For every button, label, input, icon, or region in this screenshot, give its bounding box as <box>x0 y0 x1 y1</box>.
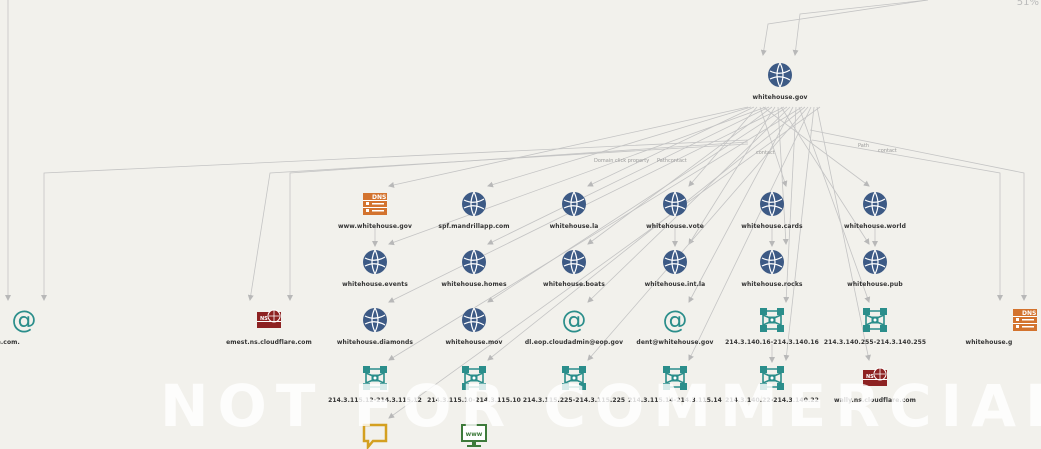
graph-node-vote[interactable]: whitehouse.vote <box>646 191 704 230</box>
globe-icon <box>767 62 793 88</box>
website-monitor-icon: www <box>461 423 487 449</box>
node-label: 214.3.140.255-214.3.140.255 <box>823 339 927 346</box>
graph-node-www[interactable]: DNS www.whitehouse.gov <box>338 193 412 230</box>
netblock-icon <box>862 307 888 333</box>
edge-n_www <box>388 106 749 188</box>
graph-node-web[interactable]: www <box>461 424 487 447</box>
graph-node-world[interactable]: whitehouse.world <box>844 191 906 230</box>
graph-node-nb1[interactable]: 214.3.140.16-214.3.140.16 <box>725 308 819 346</box>
graph-node-boats[interactable]: whitehouse.boats <box>543 249 605 288</box>
netblock-icon <box>362 365 388 391</box>
edge-label: contact <box>756 150 775 156</box>
graph-node-cards[interactable]: whitehouse.cards <box>741 191 803 230</box>
graph-node-email1[interactable]: @ s@cloudflare.com. <box>0 305 37 346</box>
edge-n_dns_r2 <box>809 129 1027 301</box>
graph-node-spf[interactable]: spf.mandrillapp.com <box>438 191 509 230</box>
svg-text:DNS: DNS <box>372 194 386 201</box>
netblock-icon <box>662 365 688 391</box>
globe-icon <box>862 249 888 275</box>
edge-n_ns1 <box>287 141 749 301</box>
graph-canvas[interactable]: 51% whitehouse.gov @ s@cloudflare.com. NSe… <box>0 0 1041 449</box>
graph-node-dns-r[interactable]: DNS whitehouse.g <box>966 309 1037 346</box>
graph-node-email2[interactable]: @ dl.eop.cloudadmin@eop.gov <box>525 305 623 346</box>
speech-bubble-icon <box>362 423 388 449</box>
netblock-icon <box>759 307 785 333</box>
graph-node-rocks[interactable]: whitehouse.rocks <box>741 249 802 288</box>
at-sign-icon: @ <box>561 305 587 334</box>
node-label: whitehouse.pub <box>847 281 903 288</box>
node-label: s@cloudflare.com. <box>0 339 20 346</box>
graph-node-nb5[interactable]: 214.3.115.225-214.3.115.225 <box>523 366 625 404</box>
graph-node-phrase[interactable] <box>362 423 388 449</box>
graph-node-la[interactable]: whitehouse.la <box>550 191 598 230</box>
edge-label: Path <box>858 143 869 149</box>
edge-n_nb3 <box>388 106 803 361</box>
svg-text:DNS: DNS <box>1022 310 1036 317</box>
graph-node-nb6[interactable]: 214.3.115.14-214.3.115.14 <box>628 366 722 404</box>
svg-text:NS: NS <box>260 316 268 322</box>
graph-node-nb7[interactable]: 214.3.140.22-214.3.140.22 <box>725 366 819 404</box>
globe-icon <box>759 191 785 217</box>
graph-node-nb2[interactable]: 214.3.140.255-214.3.140.255 <box>824 308 926 346</box>
graph-node-email3[interactable]: @ dent@whitehouse.gov <box>636 305 713 346</box>
globe-icon <box>561 249 587 275</box>
graph-node-ns1[interactable]: NS emest.ns.cloudflare.com <box>226 309 312 346</box>
graph-node-ns2[interactable]: NS wally.ns.cloudflare.com <box>834 367 916 404</box>
graph-node-pub[interactable]: whitehouse.pub <box>847 249 903 288</box>
svg-text:@: @ <box>562 307 587 333</box>
graph-node-intla[interactable]: whitehouse.int.la <box>645 249 705 288</box>
graph-node-diamonds[interactable]: whitehouse.diamonds <box>337 307 413 346</box>
globe-icon <box>362 307 388 333</box>
edge-label: contact <box>878 148 897 154</box>
graph-node-homes[interactable]: whitehouse.homes <box>441 249 507 288</box>
graph-node-nb4[interactable]: 214.3.115.10-214.3.115.10 <box>427 366 521 404</box>
globe-icon <box>461 307 487 333</box>
nameserver-icon: NS <box>256 307 282 333</box>
edge-n_nb1 <box>783 106 797 303</box>
at-sign-icon: @ <box>11 305 37 334</box>
edge-n_email1 <box>41 139 749 301</box>
svg-text:@: @ <box>663 307 688 333</box>
edge-label: Domain click property <box>594 158 650 164</box>
globe-icon <box>461 191 487 217</box>
edge-n_nb2 <box>798 106 871 303</box>
netblock-icon <box>561 365 587 391</box>
at-sign-icon: @ <box>662 305 688 334</box>
globe-icon <box>662 191 688 217</box>
node-label: whitehouse.world <box>844 223 906 230</box>
dns-record-icon: DNS <box>1012 307 1038 333</box>
node-label: wally.ns.cloudflare.com <box>833 397 917 404</box>
globe-icon <box>461 249 487 275</box>
nameserver-icon: NS <box>862 365 888 391</box>
edge-incoming-2 <box>792 0 929 56</box>
graph-node-mov[interactable]: whitehouse.mov <box>445 307 502 346</box>
globe-icon <box>561 191 587 217</box>
node-label: whitehouse.gov <box>752 94 808 101</box>
globe-icon <box>862 191 888 217</box>
graph-node-nb3[interactable]: 214.3.115.12-214.3.115.12 <box>328 366 422 404</box>
edge-label: contact <box>668 158 687 164</box>
edge-incoming-1 <box>760 0 929 56</box>
edge-n_vote <box>688 106 758 187</box>
netblock-icon <box>461 365 487 391</box>
graph-node-root[interactable]: whitehouse.gov <box>752 62 807 101</box>
svg-text:@: @ <box>12 307 37 333</box>
dns-record-icon: DNS <box>362 191 388 217</box>
globe-icon <box>662 249 688 275</box>
svg-text:NS: NS <box>866 374 874 380</box>
globe-icon <box>759 249 785 275</box>
netblock-icon <box>759 365 785 391</box>
zoom-level: 51% <box>1016 0 1039 8</box>
svg-text:www: www <box>466 431 483 438</box>
edge-n_mov <box>487 106 788 303</box>
edge-n_ns1b <box>247 143 749 301</box>
globe-icon <box>362 249 388 275</box>
edge-n_nb7 <box>783 106 815 361</box>
graph-node-events[interactable]: whitehouse.events <box>342 249 408 288</box>
edge-label: Path <box>657 158 668 164</box>
